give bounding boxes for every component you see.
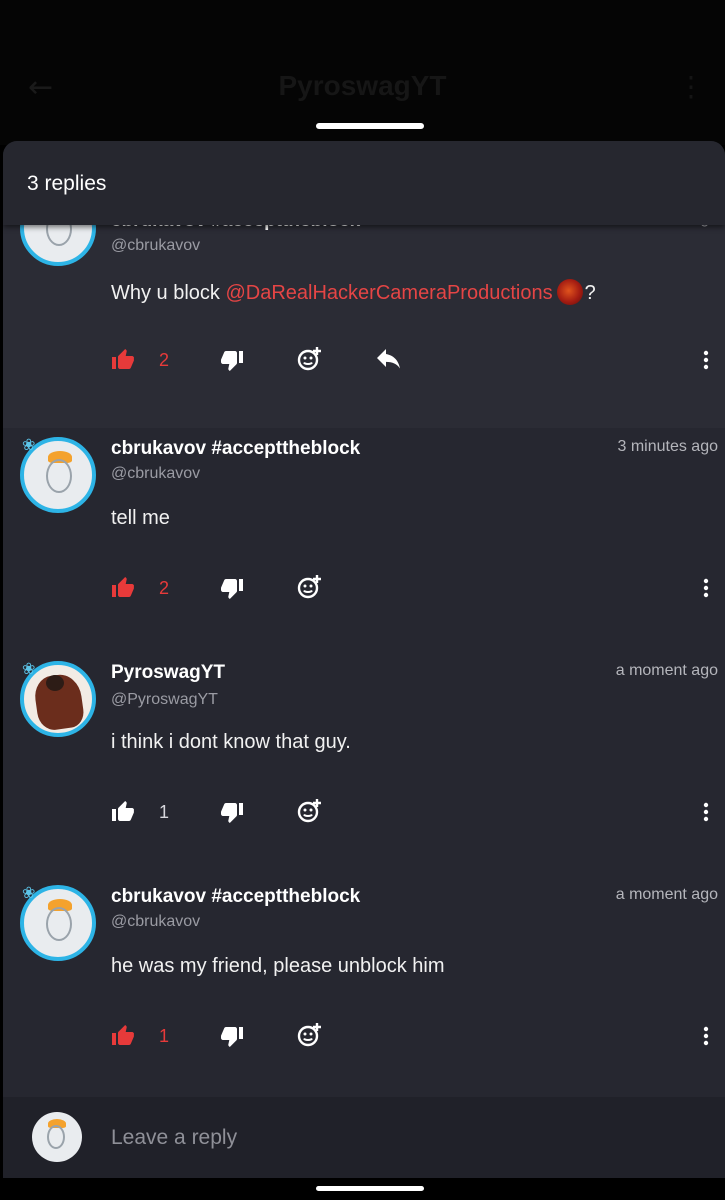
sheet-drag-handle[interactable] [316,123,424,129]
avatar [32,1112,82,1162]
more-vertical-icon[interactable] [699,348,713,372]
comment-author-handle: @PyroswagYT [111,691,218,708]
reply-composer [3,1097,725,1178]
replies-count: 3 replies [27,172,107,195]
replies-sheet: 3 replies ❀ cbrukavov #accepttheblock @c… [3,141,725,1178]
comment-body-suffix: ? [584,282,596,304]
fire-emoji-icon [556,279,583,305]
more-vertical-icon[interactable] [699,1024,713,1048]
comment-body-prefix: Why u block [111,282,226,304]
reply-input[interactable] [111,1123,671,1153]
sheet-header: 3 replies [3,141,725,225]
comment-body: i think i dont know that guy. [111,731,351,753]
comment-actions: 1 [3,794,725,834]
comment-author-name[interactable]: cbrukavov #accepttheblock [111,438,360,460]
comment-author-name[interactable]: PyroswagYT [111,662,225,684]
like-count: 1 [159,1026,170,1046]
comment-body: he was my friend, please unblock him [111,955,445,977]
mention-link[interactable]: @DaRealHackerCameraProductions [225,282,552,304]
like-count: 1 [159,802,170,822]
add-reaction-icon[interactable] [296,797,324,825]
comment-author-name[interactable]: cbrukavov #accepttheblock [111,886,360,908]
comment-body: tell me [111,507,170,529]
add-reaction-icon[interactable] [296,1021,324,1049]
thumbs-up-icon[interactable] [111,576,135,600]
add-reaction-icon[interactable] [296,345,324,373]
thumbs-up-icon[interactable] [111,1024,135,1048]
thumbs-down-icon[interactable] [220,576,244,600]
add-reaction-icon[interactable] [296,573,324,601]
background-title: PyroswagYT [278,70,447,101]
thumbs-down-icon[interactable] [220,348,244,372]
comment-timestamp: a moment ago [615,662,718,679]
comment-item: ❀ cbrukavov #accepttheblock @cbrukavov 3… [3,428,725,652]
creator-badge-icon: ❀ [22,659,36,678]
comment-author-handle: @cbrukavov [111,465,201,482]
like-count: 2 [159,578,170,598]
comment-item: ❀ cbrukavov #accepttheblock @cbrukavov a… [3,876,725,1100]
thumbs-down-icon[interactable] [220,800,244,824]
comment-author-handle: @cbrukavov [111,913,201,930]
creator-badge-icon: ❀ [22,435,36,454]
thumbs-up-icon[interactable] [111,348,135,372]
comment-author-handle: @cbrukavov [111,237,201,254]
comment-actions: 2 [3,570,725,610]
comment-item: ❀ PyroswagYT @PyroswagYT a moment ago i … [3,652,725,876]
more-vertical-icon[interactable] [699,800,713,824]
comment-actions: 2 [3,342,725,382]
more-vertical-icon[interactable] [699,576,713,600]
creator-badge-icon: ❀ [22,883,36,902]
like-count: 2 [159,350,170,370]
thumbs-up-icon[interactable] [111,800,135,824]
more-vertical-icon[interactable]: ⋮ [677,70,705,103]
home-gesture-handle[interactable] [316,1186,424,1191]
comment-item: ❀ cbrukavov #accepttheblock @cbrukavov 5… [3,190,725,428]
comment-timestamp: 3 minutes ago [617,438,718,455]
thumbs-down-icon[interactable] [220,1024,244,1048]
comment-body: Why u block @DaRealHackerCameraProductio… [111,279,596,305]
comment-actions: 1 [3,1018,725,1058]
comment-timestamp: a moment ago [615,886,718,903]
reply-arrow-icon[interactable] [376,348,402,372]
